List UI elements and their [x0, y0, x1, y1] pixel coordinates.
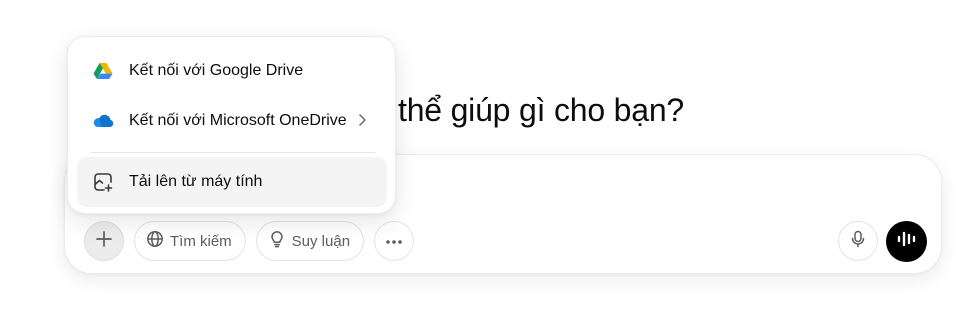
upload-image-icon [91, 170, 115, 194]
menu-item-onedrive[interactable]: Kết nối với Microsoft OneDrive [77, 96, 387, 146]
page-headline: thể giúp gì cho bạn? [398, 92, 685, 128]
attach-menu: Kết nối với Google Drive Kết nối với Mic… [67, 36, 396, 214]
reason-button[interactable]: Suy luận [255, 221, 365, 261]
search-button[interactable]: Tìm kiếm [134, 221, 246, 261]
plus-icon [94, 229, 114, 254]
chevron-right-icon [357, 112, 367, 133]
menu-item-google-drive[interactable]: Kết nối với Google Drive [77, 46, 387, 96]
voice-mode-button[interactable] [886, 221, 927, 262]
onedrive-icon [91, 109, 115, 133]
lightbulb-icon [268, 230, 286, 252]
menu-divider [90, 152, 375, 153]
globe-icon [146, 230, 164, 252]
menu-item-upload-from-computer[interactable]: Tải lên từ máy tính [77, 157, 387, 207]
dictate-button[interactable] [838, 221, 878, 261]
microphone-icon [850, 230, 866, 253]
menu-item-label: Kết nối với Microsoft OneDrive [129, 112, 347, 129]
add-attachment-button[interactable] [84, 221, 124, 261]
menu-item-label: Tải lên từ máy tính [129, 173, 263, 190]
more-tools-button[interactable] [374, 221, 415, 261]
google-drive-icon [91, 59, 115, 83]
reason-button-label: Suy luận [291, 232, 351, 250]
composer-toolbar: Tìm kiếm Suy luận [84, 221, 415, 261]
more-dots-icon [385, 232, 403, 250]
menu-item-label: Kết nối với Google Drive [129, 62, 304, 79]
composer-right-tools [838, 221, 927, 262]
search-button-label: Tìm kiếm [170, 232, 232, 250]
voice-mode-icon [896, 230, 918, 253]
